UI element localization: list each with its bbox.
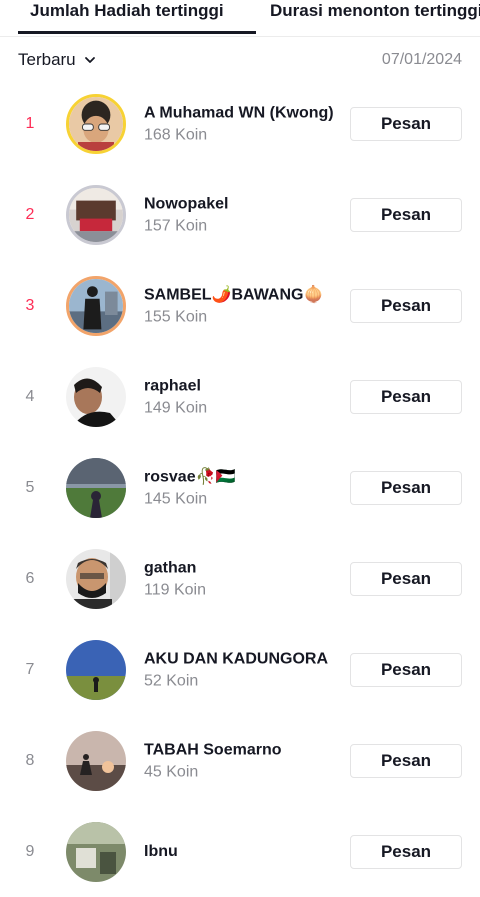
avatar[interactable] — [66, 184, 126, 245]
user-name[interactable]: SAMBEL🌶️BAWANG🧅 — [144, 284, 340, 305]
message-button[interactable]: Pesan — [350, 561, 462, 596]
user-name[interactable]: gathan — [144, 557, 340, 578]
rank-number: 1 — [25, 114, 35, 132]
coin-count: 149 Koin — [144, 399, 208, 416]
user-name[interactable]: Nowopakel — [144, 193, 340, 214]
tab-top-watch-time[interactable]: Durasi menonton tertinggi — [270, 0, 480, 36]
rank-number: 6 — [25, 569, 35, 587]
rank-number: 2 — [25, 205, 35, 223]
avatar[interactable] — [66, 366, 126, 427]
message-button[interactable]: Pesan — [350, 197, 462, 232]
rank-number: 8 — [25, 751, 35, 769]
user-name[interactable]: Ibnu — [144, 841, 340, 862]
message-button[interactable]: Pesan — [350, 834, 462, 869]
filter-row: Terbaru 07/01/2024 — [0, 44, 480, 78]
list-item[interactable]: 8 TABAH Soemarno 45 Koin Pesan — [0, 715, 480, 806]
list-item[interactable]: 5 rosvae🥀🇵🇸 145 Koin Pesan — [0, 442, 480, 533]
list-item[interactable]: 9 Ibnu Pesan — [0, 806, 480, 897]
sort-dropdown[interactable]: Terbaru — [18, 50, 96, 70]
coin-count: 119 Koin — [144, 581, 206, 598]
coin-count: 157 Koin — [144, 217, 208, 234]
coin-count: 155 Koin — [144, 308, 208, 325]
user-name[interactable]: A Muhamad WN (Kwong) — [144, 102, 340, 123]
user-name[interactable]: raphael — [144, 375, 340, 396]
message-button[interactable]: Pesan — [350, 743, 462, 778]
avatar[interactable] — [66, 821, 126, 882]
avatar[interactable] — [66, 548, 126, 609]
rank-number: 3 — [25, 296, 35, 314]
sort-dropdown-label: Terbaru — [18, 50, 76, 69]
message-button[interactable]: Pesan — [350, 106, 462, 141]
message-button[interactable]: Pesan — [350, 652, 462, 687]
list-item[interactable]: 1 A Muhamad WN (Kwong) 168 Koin Pesan — [0, 78, 480, 169]
ranking-list: 1 A Muhamad WN (Kwong) 168 Koin Pesan 2 … — [0, 78, 480, 897]
user-name[interactable]: AKU DAN KADUNGORA — [144, 648, 340, 669]
avatar[interactable] — [66, 93, 126, 154]
active-tab-indicator — [18, 31, 256, 34]
avatar[interactable] — [66, 457, 126, 518]
ranking-date: 07/01/2024 — [381, 51, 462, 68]
tab-bar: Jumlah Hadiah tertinggi Durasi menonton … — [0, 0, 480, 37]
message-button[interactable]: Pesan — [350, 288, 462, 323]
avatar[interactable] — [66, 639, 126, 700]
user-name[interactable]: rosvae🥀🇵🇸 — [144, 466, 340, 487]
rank-number: 5 — [25, 478, 35, 496]
coin-count: 168 Koin — [144, 126, 208, 143]
message-button[interactable]: Pesan — [350, 470, 462, 505]
avatar[interactable] — [66, 275, 126, 336]
rank-number: 4 — [25, 387, 35, 405]
rank-number: 7 — [25, 660, 35, 678]
list-item[interactable]: 4 raphael 149 Koin Pesan — [0, 351, 480, 442]
avatar[interactable] — [66, 730, 126, 791]
list-item[interactable]: 6 gathan 119 Koin Pesan — [0, 533, 480, 624]
message-button[interactable]: Pesan — [350, 379, 462, 414]
coin-count: 52 Koin — [144, 672, 199, 689]
user-name[interactable]: TABAH Soemarno — [144, 739, 340, 760]
coin-count: 45 Koin — [144, 763, 199, 780]
rank-number: 9 — [25, 842, 35, 860]
list-item[interactable]: 3 SAMBEL🌶️BAWANG🧅 155 Koin Pesan — [0, 260, 480, 351]
list-item[interactable]: 2 Nowopakel 157 Koin Pesan — [0, 169, 480, 260]
coin-count: 145 Koin — [144, 490, 208, 507]
chevron-down-icon — [84, 57, 95, 63]
list-item[interactable]: 7 AKU DAN KADUNGORA 52 Koin Pesan — [0, 624, 480, 715]
